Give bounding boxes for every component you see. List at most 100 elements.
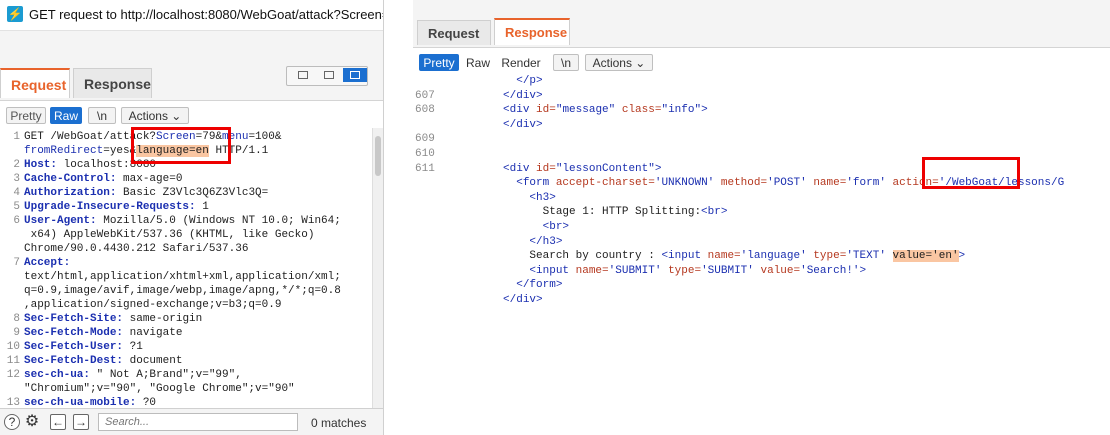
code-token: Sec-Fetch-User:: [24, 341, 124, 353]
code-token: <br>: [701, 206, 728, 219]
code-token: value=: [760, 264, 801, 277]
code-text: </p>: [437, 75, 542, 87]
code-text: Cache-Control: max-age=0: [24, 173, 182, 185]
code-token: 'SUBMIT': [701, 264, 761, 277]
code-token: <br>: [437, 221, 570, 233]
code-token: ?1: [123, 341, 143, 353]
render-button[interactable]: Render: [497, 54, 545, 71]
code-text: </div>: [437, 90, 543, 102]
code-token: "lessonContent">: [555, 162, 662, 175]
code-text: User-Agent: Mozilla/5.0 (Windows NT 10.0…: [24, 215, 341, 227]
code-token: name=: [707, 250, 741, 263]
back-arrow-icon[interactable]: ←: [50, 414, 66, 430]
request-window: ⚡ GET request to http://localhost:8080/W…: [0, 0, 384, 435]
code-token: type=: [668, 264, 702, 277]
search-input[interactable]: [98, 413, 298, 431]
code-token: same-origin: [123, 313, 203, 325]
code-token: </div>: [437, 294, 543, 306]
code-token: Host:: [24, 159, 58, 171]
code-text: Search by country : <input name='languag…: [437, 250, 965, 263]
actions-dropdown[interactable]: Actions ⌄: [585, 54, 653, 71]
code-token: id=: [536, 162, 556, 175]
code-token: 'TEXT': [846, 250, 893, 263]
code-text: sec-ch-ua: " Not A;Brand";v="99",: [24, 369, 242, 381]
help-icon[interactable]: ?: [4, 414, 20, 430]
code-token: q=0.9,image/avif,image/webp,image/apng,*…: [24, 285, 341, 297]
code-text: </div>: [437, 294, 543, 306]
code-token: User-Agent:: [24, 215, 97, 227]
left-tab-bar: Request Response: [0, 68, 383, 99]
tab-request[interactable]: Request: [0, 68, 70, 98]
code-token: </form>: [437, 279, 563, 292]
response-editor[interactable]: </p> 607 </div> 608 <div id="message" clas…: [413, 75, 1110, 310]
code-text: </h3>: [437, 236, 562, 248]
line-number: 13: [6, 397, 20, 408]
code-token: </h3>: [437, 235, 563, 248]
pretty-button[interactable]: Pretty: [419, 54, 459, 71]
line-number: 6: [13, 215, 20, 227]
code-text: <div id="lessonContent">: [437, 163, 661, 175]
forward-arrow-icon[interactable]: →: [73, 414, 89, 430]
code-token: "Chromium";v="90", "Google Chrome";v="90…: [24, 383, 295, 395]
code-text: Chrome/90.0.4430.212 Safari/537.36: [24, 243, 248, 255]
pretty-button[interactable]: Pretty: [6, 107, 46, 124]
line-number: 3: [13, 173, 20, 185]
code-token: 1: [195, 201, 209, 213]
code-text: Accept:: [24, 257, 70, 269]
code-token: Basic Z3Vlc3Q6Z3Vlc3Q=: [116, 187, 269, 199]
actions-dropdown[interactable]: Actions ⌄: [121, 107, 189, 124]
code-token: document: [123, 355, 183, 367]
code-text: </div>: [437, 119, 543, 131]
line-number: 2: [13, 159, 20, 171]
scrollbar-thumb[interactable]: [375, 136, 381, 176]
window-titlebar: ⚡ GET request to http://localhost:8080/W…: [0, 0, 383, 31]
code-token: <input: [661, 250, 708, 263]
code-token: <div: [437, 162, 537, 175]
tab-request[interactable]: Request: [417, 20, 491, 45]
code-text: Sec-Fetch-Site: same-origin: [24, 313, 202, 325]
code-text: x64) AppleWebKit/537.36 (KHTML, like Gec…: [24, 229, 315, 241]
code-text: Sec-Fetch-User: ?1: [24, 341, 143, 353]
code-token: Chrome/90.0.4430.212 Safari/537.36: [24, 243, 249, 255]
line-number: 11: [6, 355, 20, 367]
match-count: 0 matches: [311, 416, 367, 430]
code-token: sec-ch-ua:: [24, 369, 91, 381]
code-token: " Not A;Brand";v="99",: [90, 369, 242, 381]
window-title: GET request to http://localhost:8080/Web…: [29, 7, 384, 22]
code-token: 'SUBMIT': [608, 264, 669, 277]
code-token: Sec-Fetch-Mode:: [24, 327, 124, 339]
code-text: Upgrade-Insecure-Requests: 1: [24, 201, 209, 213]
line-number: 607: [415, 89, 435, 102]
code-token: Mozilla/5.0 (Windows NT 10.0; Win64;: [96, 215, 341, 227]
code-token: x64) AppleWebKit/537.36 (KHTML, like Gec…: [24, 229, 315, 241]
newline-toggle-button[interactable]: \n: [88, 107, 116, 124]
line-number: 608: [415, 104, 435, 117]
code-token: </div>: [437, 89, 543, 102]
line-number: 12: [6, 369, 20, 381]
raw-button[interactable]: Raw: [50, 107, 82, 124]
tab-response[interactable]: Response: [494, 18, 570, 45]
code-token: <div: [437, 104, 537, 117]
code-token: "info">: [661, 104, 708, 117]
tab-response[interactable]: Response: [73, 68, 152, 98]
code-token: "message": [555, 104, 622, 117]
code-token: accept-charset=: [555, 177, 655, 190]
right-tab-bar: Request Response: [417, 18, 1097, 46]
code-text: sec-ch-ua-mobile: ?0: [24, 397, 156, 408]
request-editor[interactable]: 1 GET /WebGoat/attack?Screen=79&menu=100&…: [0, 128, 372, 408]
gear-icon[interactable]: ⚙: [24, 414, 40, 430]
code-token: <form: [437, 177, 556, 190]
request-toolbar: Pretty Raw \n Actions ⌄: [0, 100, 383, 129]
code-token: Accept:: [24, 257, 71, 269]
raw-button[interactable]: Raw: [463, 54, 493, 71]
code-token: value='en': [892, 250, 959, 263]
code-token: Upgrade-Insecure-Requests:: [24, 201, 196, 213]
highlight-annotation-box: [922, 157, 1020, 189]
newline-toggle-button[interactable]: \n: [553, 54, 579, 71]
code-text: "Chromium";v="90", "Google Chrome";v="90…: [24, 383, 295, 395]
line-number: 5: [13, 201, 20, 213]
line-number: 7: [13, 257, 20, 269]
code-token: </div>: [437, 118, 543, 131]
app-icon: ⚡: [7, 6, 23, 22]
request-scrollbar[interactable]: [372, 128, 383, 408]
